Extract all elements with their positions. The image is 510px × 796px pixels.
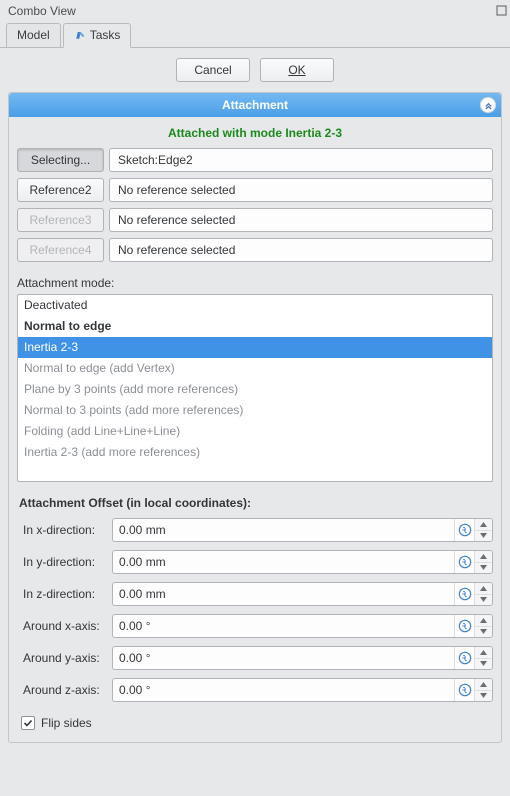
tab-label: Tasks (90, 28, 121, 42)
offset-spinbox (112, 518, 493, 542)
tab-tasks[interactable]: Tasks (63, 23, 132, 48)
offset-label: In z-direction: (17, 587, 112, 601)
offset-spinbox (112, 646, 493, 670)
offset-spinbox (112, 614, 493, 638)
collapse-icon[interactable] (480, 97, 496, 113)
spin-buttons (474, 615, 492, 637)
offset-label: In x-direction: (17, 523, 112, 537)
spin-down-icon[interactable] (475, 659, 492, 670)
offset-spinbox (112, 550, 493, 574)
window-title: Combo View (0, 0, 510, 21)
offset-input[interactable] (113, 615, 454, 637)
spin-down-icon[interactable] (475, 691, 492, 702)
reference-row: Reference3 (17, 208, 493, 232)
offset-row: Around y-axis: (17, 646, 493, 670)
offset-label: Around x-axis: (17, 619, 112, 633)
mode-item[interactable]: Normal to edge (add Vertex) (18, 358, 492, 379)
task-panel: Cancel OK Attachment Attached with mode … (0, 48, 510, 743)
flip-sides-label: Flip sides (41, 716, 92, 730)
mode-label: Attachment mode: (9, 268, 501, 294)
mode-item[interactable]: Inertia 2-3 (18, 337, 492, 358)
mode-item[interactable]: Normal to edge (18, 316, 492, 337)
spin-buttons (474, 583, 492, 605)
spin-down-icon[interactable] (475, 595, 492, 606)
reference-row: Reference2 (17, 178, 493, 202)
spin-up-icon[interactable] (475, 583, 492, 595)
flip-sides-checkbox[interactable] (21, 716, 35, 730)
offset-spinbox (112, 678, 493, 702)
expression-icon[interactable] (454, 647, 474, 669)
attachment-mode-list[interactable]: DeactivatedNormal to edgeInertia 2-3Norm… (17, 294, 493, 482)
mode-item[interactable]: Normal to 3 points (add more references) (18, 400, 492, 421)
reference-input-3[interactable] (109, 208, 493, 232)
flip-sides-row: Flip sides (9, 710, 501, 730)
references-group: Selecting... Reference2 Reference3 Referenc… (9, 148, 501, 262)
reference-input-2[interactable] (109, 178, 493, 202)
spin-up-icon[interactable] (475, 615, 492, 627)
spin-buttons (474, 647, 492, 669)
spin-buttons (474, 679, 492, 701)
offset-spinbox (112, 582, 493, 606)
reference-button-3: Reference3 (17, 208, 104, 232)
spin-buttons (474, 519, 492, 541)
offset-input[interactable] (113, 551, 454, 573)
window-control-icon[interactable] (496, 3, 507, 21)
reference-button-4: Reference4 (17, 238, 104, 262)
expression-icon[interactable] (454, 519, 474, 541)
offset-group: In x-direction: In y-direction: In z-direc… (9, 518, 501, 702)
reference-row: Reference4 (17, 238, 493, 262)
spin-buttons (474, 551, 492, 573)
section-header[interactable]: Attachment (9, 93, 501, 117)
reference-input-4[interactable] (109, 238, 493, 262)
spin-down-icon[interactable] (475, 531, 492, 542)
offset-input[interactable] (113, 519, 454, 541)
section-title: Attachment (222, 98, 288, 112)
spin-up-icon[interactable] (475, 647, 492, 659)
expression-icon[interactable] (454, 679, 474, 701)
spin-up-icon[interactable] (475, 679, 492, 691)
offset-label: Around y-axis: (17, 651, 112, 665)
offset-label: Around z-axis: (17, 683, 112, 697)
dialog-buttons: Cancel OK (3, 58, 507, 92)
offset-row: Around z-axis: (17, 678, 493, 702)
offset-row: In y-direction: (17, 550, 493, 574)
mode-item[interactable]: Deactivated (18, 295, 492, 316)
ok-label: OK (288, 63, 305, 77)
reference-input-1[interactable] (109, 148, 493, 172)
expression-icon[interactable] (454, 615, 474, 637)
expression-icon[interactable] (454, 583, 474, 605)
expression-icon[interactable] (454, 551, 474, 573)
tasks-icon (74, 29, 86, 41)
mode-item[interactable]: Plane by 3 points (add more references) (18, 379, 492, 400)
mode-item[interactable]: Folding (add Line+Line+Line) (18, 421, 492, 442)
offset-input[interactable] (113, 679, 454, 701)
spin-up-icon[interactable] (475, 519, 492, 531)
spin-down-icon[interactable] (475, 563, 492, 574)
offset-label: In y-direction: (17, 555, 112, 569)
reference-button-2[interactable]: Reference2 (17, 178, 104, 202)
mode-item[interactable]: Inertia 2-3 (add more references) (18, 442, 492, 463)
tab-label: Model (17, 28, 50, 42)
attachment-section: Attachment Attached with mode Inertia 2-… (8, 92, 502, 743)
attachment-status: Attached with mode Inertia 2-3 (9, 117, 501, 148)
spin-down-icon[interactable] (475, 627, 492, 638)
reference-row: Selecting... (17, 148, 493, 172)
reference-button-1[interactable]: Selecting... (17, 148, 104, 172)
offset-row: In x-direction: (17, 518, 493, 542)
offset-input[interactable] (113, 583, 454, 605)
tabs-bar: Model Tasks (0, 21, 510, 48)
offset-heading: Attachment Offset (in local coordinates)… (9, 482, 501, 518)
tab-model[interactable]: Model (6, 23, 61, 48)
spin-up-icon[interactable] (475, 551, 492, 563)
cancel-button[interactable]: Cancel (176, 58, 250, 82)
offset-input[interactable] (113, 647, 454, 669)
offset-row: Around x-axis: (17, 614, 493, 638)
offset-row: In z-direction: (17, 582, 493, 606)
ok-button[interactable]: OK (260, 58, 334, 82)
